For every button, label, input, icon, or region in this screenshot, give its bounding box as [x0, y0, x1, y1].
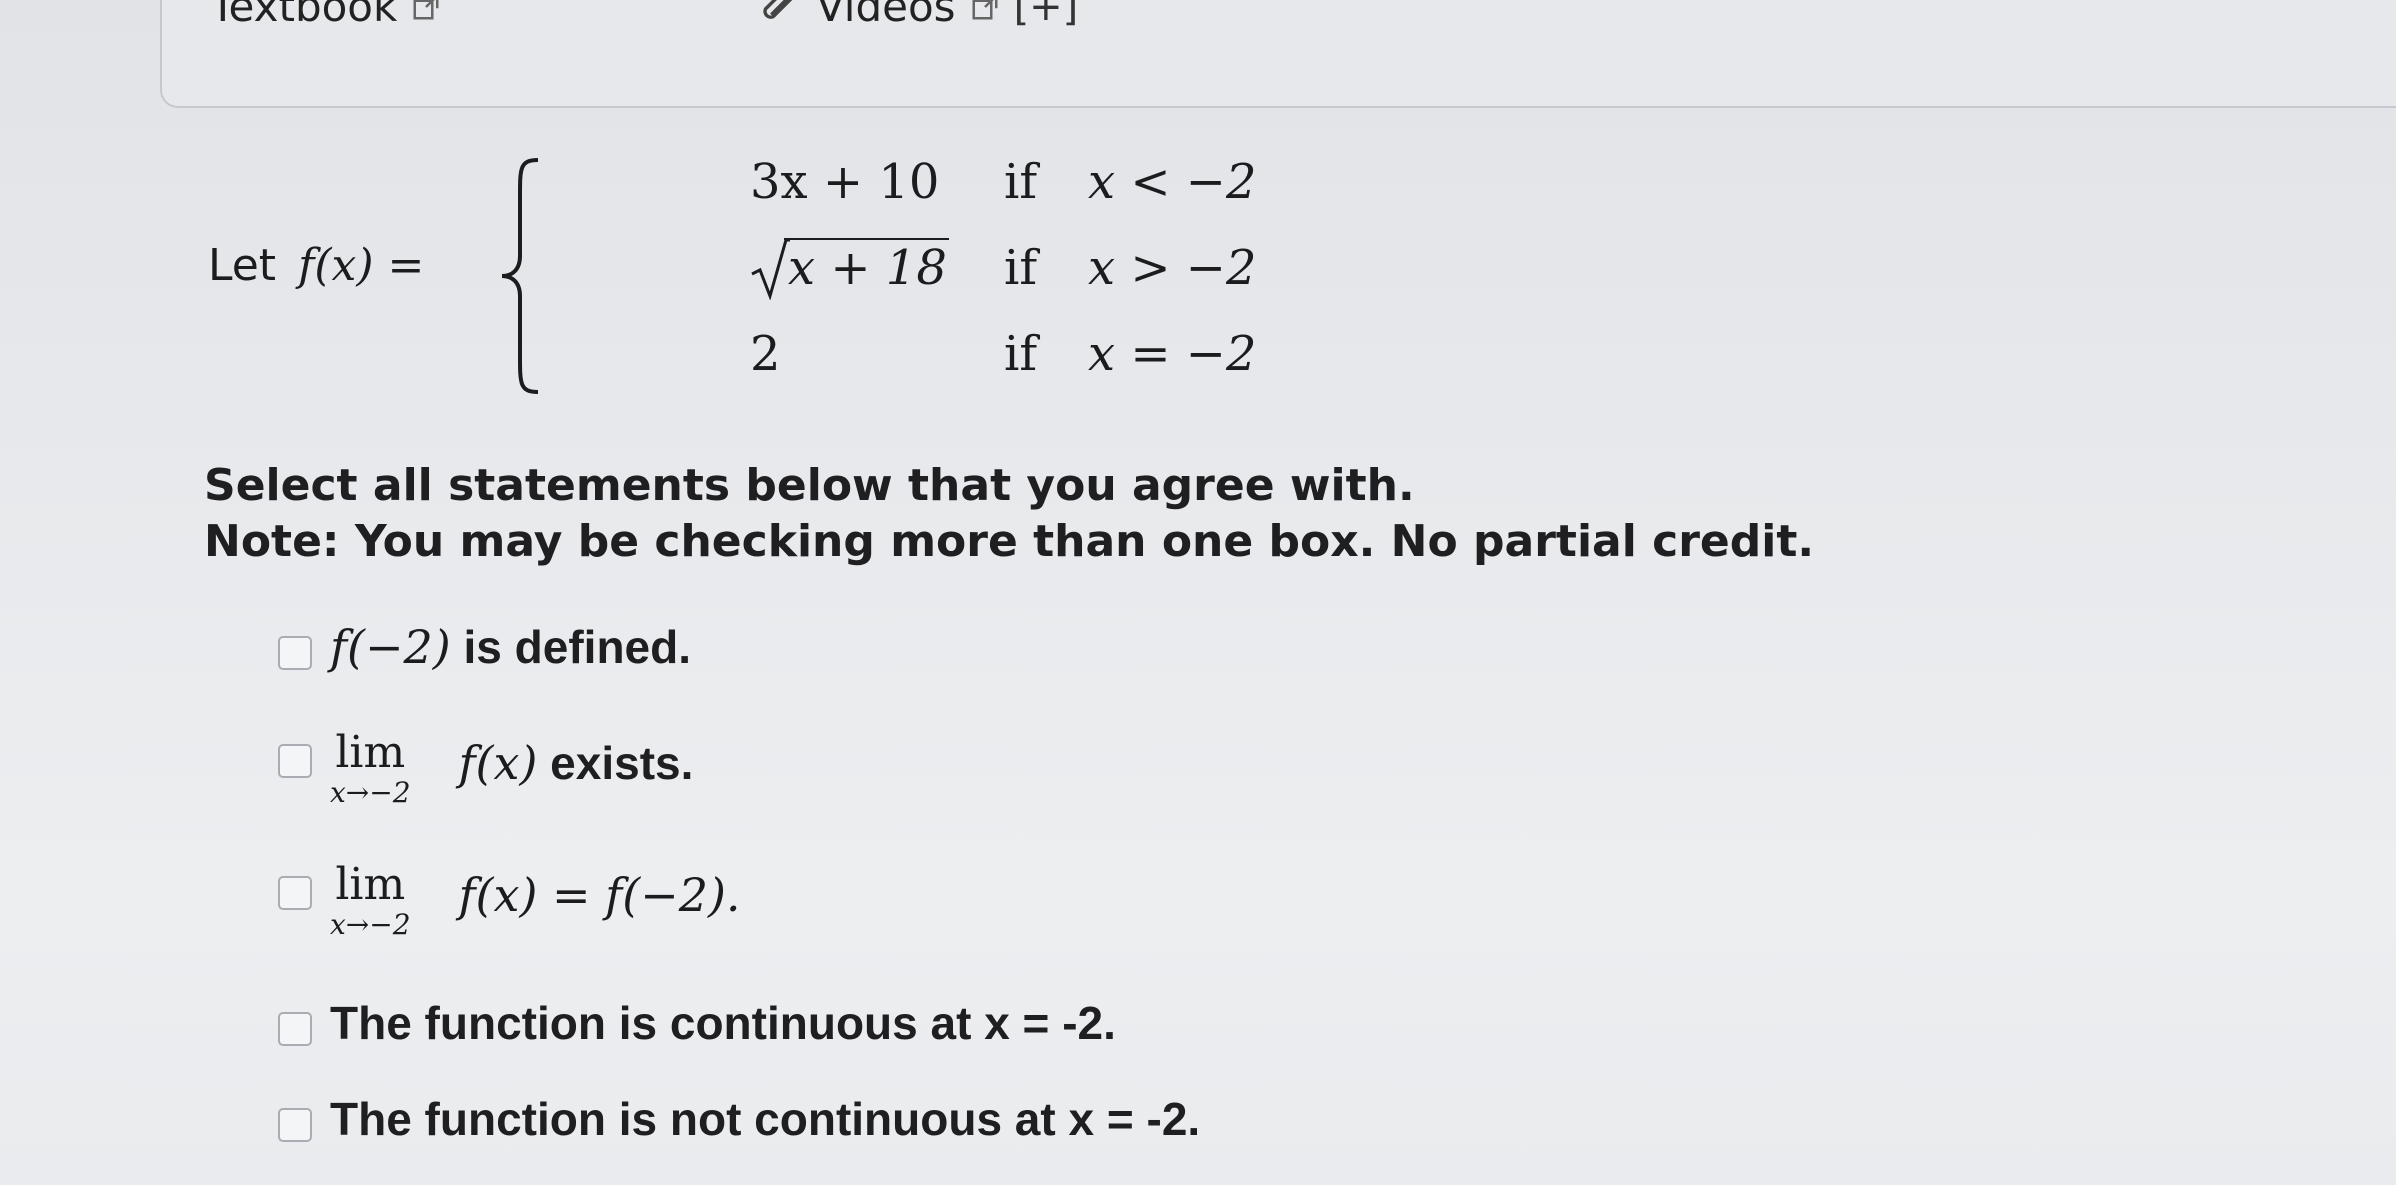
function-lhs: f(x) =: [298, 240, 425, 291]
case-condition: x < −2: [1088, 154, 1257, 210]
lim-word: lim: [335, 727, 406, 778]
external-link-icon: [972, 0, 998, 19]
instruction-line-2: Note: You may be checking more than one …: [204, 516, 1815, 567]
option-text: exists.: [537, 737, 694, 789]
square-root: x + 18: [750, 238, 949, 300]
lim-subscript: x→−2: [330, 776, 411, 809]
option-f-defined[interactable]: f(−2) is defined.: [278, 620, 691, 674]
page: Textbook Videos [+] Let f(x) = 3x + 10 i…: [0, 0, 2396, 1185]
option-not-continuous[interactable]: The function is not continuous at x = -2…: [278, 1092, 1200, 1146]
radicand: x + 18: [784, 238, 949, 296]
option-math: f(x): [458, 736, 538, 790]
let-statement: Let f(x) =: [208, 240, 424, 291]
option-text: is defined.: [450, 621, 692, 673]
limit-operator: lim x→−2: [330, 860, 411, 940]
case-if: if: [1004, 240, 1038, 296]
case-if: if: [1004, 154, 1038, 210]
option-math: f(x) = f(−2).: [458, 868, 741, 922]
checkbox[interactable]: [278, 744, 312, 778]
option-text: The function is not continuous at x = -2…: [330, 1093, 1201, 1145]
checkbox[interactable]: [278, 1012, 312, 1046]
piecewise-brace: [501, 158, 539, 394]
instructions: Select all statements below that you agr…: [204, 458, 1814, 570]
option-text: The function is continuous at x = -2.: [330, 997, 1116, 1049]
videos-label: Videos: [816, 0, 956, 31]
instruction-line-1: Select all statements below that you agr…: [204, 460, 1415, 511]
videos-link[interactable]: Videos [+]: [756, 0, 1078, 31]
expand-button[interactable]: [+]: [1014, 0, 1079, 30]
case-expression: 3x + 10: [750, 154, 940, 210]
radical-icon: [751, 238, 790, 300]
checkbox[interactable]: [278, 636, 312, 670]
checkbox[interactable]: [278, 876, 312, 910]
option-limit-exists[interactable]: lim x→−2 f(x) exists.: [278, 728, 693, 808]
resources-header: [160, 0, 2396, 108]
limit-operator: lim x→−2: [330, 728, 411, 808]
case-condition: x > −2: [1088, 240, 1257, 296]
case-expression: x + 18: [750, 238, 949, 300]
paperclip-icon: [763, 0, 792, 19]
function-definition: Let f(x) = 3x + 10 if x < −2 x + 18 if x…: [208, 150, 1257, 400]
case-if: if: [1004, 326, 1038, 382]
textbook-link[interactable]: Textbook: [210, 0, 441, 31]
case-condition: x = −2: [1088, 326, 1257, 382]
lim-subscript: x→−2: [330, 908, 411, 941]
case-expression: 2: [750, 326, 781, 382]
textbook-label: Textbook: [210, 0, 398, 31]
option-math: f(−2): [330, 620, 451, 674]
let-prefix: Let: [208, 240, 277, 291]
option-continuous[interactable]: The function is continuous at x = -2.: [278, 996, 1116, 1050]
lim-word: lim: [335, 859, 406, 910]
option-limit-equals-value[interactable]: lim x→−2 f(x) = f(−2).: [278, 860, 741, 940]
external-link-icon: [413, 0, 439, 19]
checkbox[interactable]: [278, 1108, 312, 1142]
